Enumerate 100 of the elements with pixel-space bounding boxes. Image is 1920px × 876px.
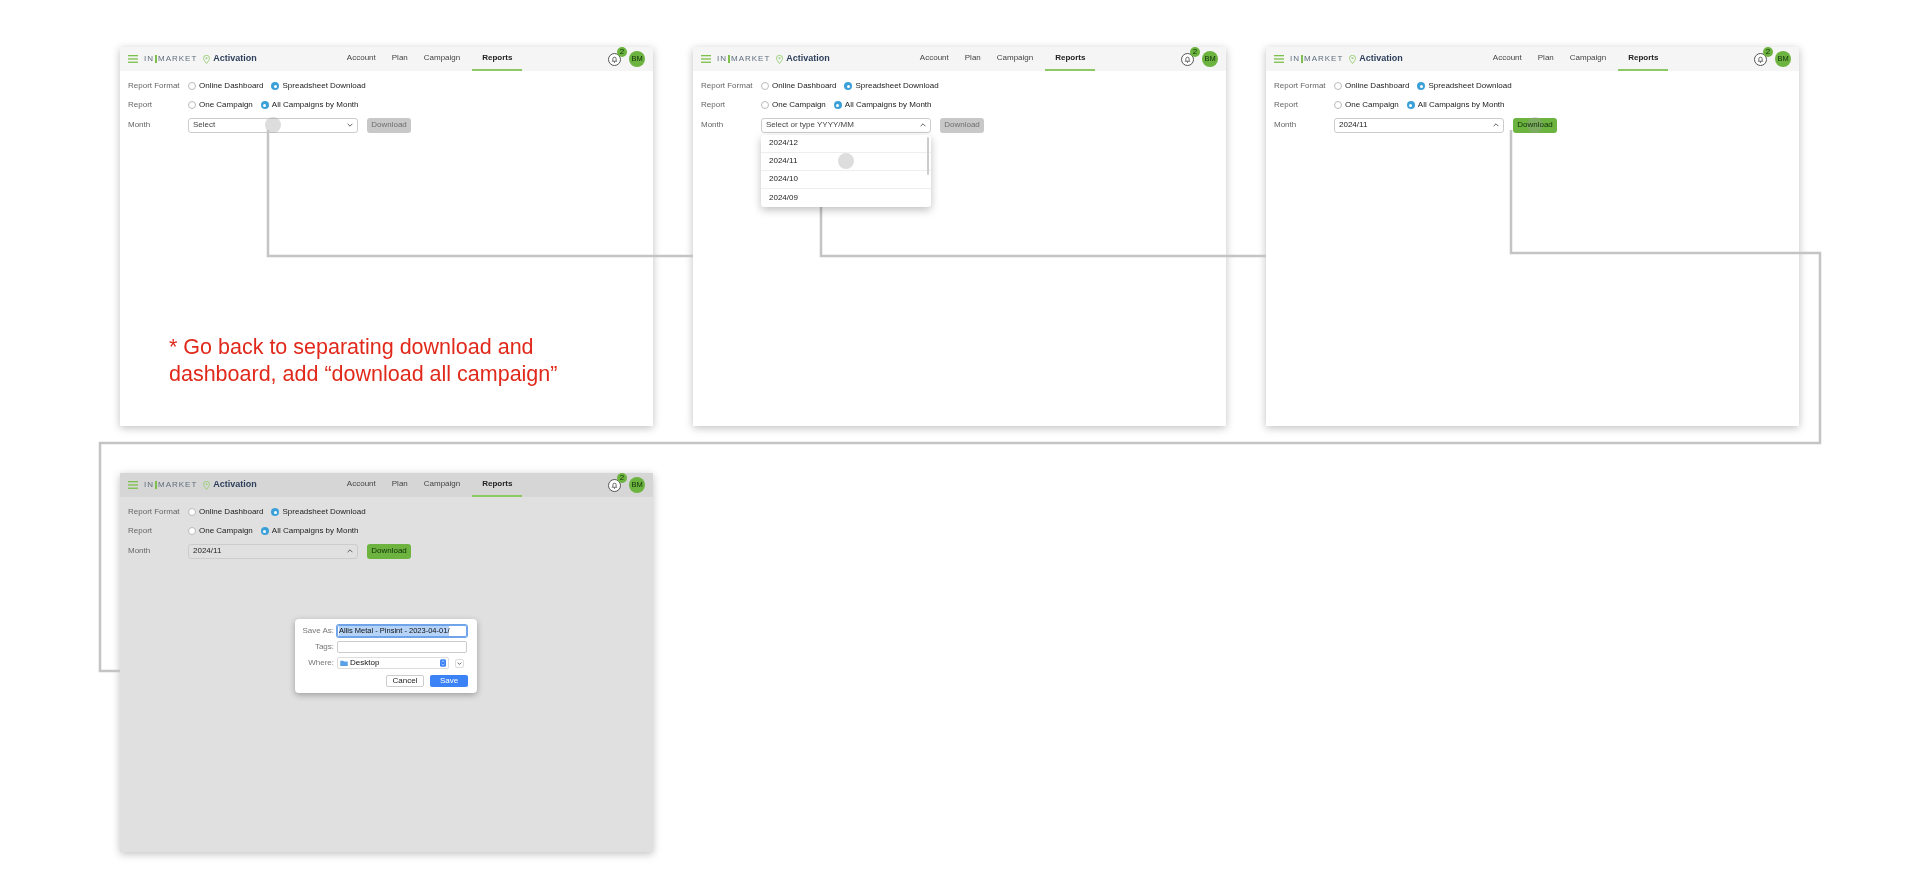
app-title: Activation [213,52,257,66]
month-select[interactable]: Select or type YYYY/MM [761,117,931,133]
tap-indicator [265,117,281,133]
radio-label: One Campaign [199,525,253,537]
notification-button[interactable] [608,52,621,66]
month-select[interactable]: 2024/11 [188,543,358,559]
dialog-button[interactable]: Cancel [386,675,424,687]
notification-button[interactable] [1754,52,1767,66]
nav-tab[interactable]: Campaign [419,47,465,71]
location-pin-icon [1349,54,1357,64]
nav-tab[interactable]: Campaign [1565,47,1611,71]
radio-button[interactable] [844,82,853,90]
scrollbar [927,136,929,175]
radio-label: All Campaigns by Month [271,99,359,111]
field-label: Report Format [128,506,181,518]
nav-tab[interactable]: Reports [472,473,523,497]
dialog-button[interactable]: Save [430,675,468,687]
nav-tab[interactable]: Plan [387,47,412,71]
bell-icon [611,55,618,63]
nav-tab[interactable]: Campaign [419,473,465,497]
field-label: Save As: [301,625,335,637]
radio-label: Online Dashboard [1345,80,1410,92]
radio-button[interactable] [1406,101,1415,109]
logo: IN MARKET [144,479,198,491]
notification-badge: 2 [1190,46,1200,57]
radio-button[interactable] [188,82,196,90]
radio-button[interactable] [271,508,280,516]
notification-badge: 2 [1763,46,1773,57]
radio-button[interactable] [761,82,769,90]
radio-button[interactable] [260,101,269,109]
notification-badge: 2 [617,472,627,483]
field-label: Report [1274,99,1299,111]
bell-icon [611,481,618,489]
nav-tab[interactable]: Reports [1045,47,1096,71]
radio-label: All Campaigns by Month [271,525,359,537]
nav-tab[interactable]: Reports [472,47,523,71]
expand-icon[interactable] [455,658,464,668]
menu-icon[interactable] [1274,55,1284,63]
dropdown-option[interactable]: 2024/09 [761,188,931,207]
nav-tab[interactable]: Plan [1533,47,1558,71]
tap-indicator [838,153,854,169]
notification-button[interactable] [1181,52,1194,66]
radio-label: One Campaign [199,99,253,111]
bell-icon [1184,55,1191,63]
month-select[interactable]: Select [188,117,358,133]
radio-label: One Campaign [772,99,826,111]
logo: IN MARKET [144,53,198,65]
radio-button[interactable] [260,527,269,535]
annotation-note: * Go back to separating download and dashboard, add “download all campaign” [169,334,559,388]
field-label: Report Format [1274,80,1327,92]
radio-label: Spreadsheet Download [855,80,939,92]
month-select[interactable]: 2024/11 [1334,117,1504,133]
menu-icon[interactable] [701,55,711,63]
notification-button[interactable] [608,478,621,492]
field-label: Report Format [128,80,181,92]
download-button[interactable]: Download [1513,117,1557,133]
radio-label: All Campaigns by Month [1417,99,1505,111]
app-title: Activation [213,478,257,492]
nav-tab[interactable]: Plan [960,47,985,71]
menu-icon[interactable] [128,55,138,63]
location-pin-icon [203,480,211,490]
field-label: Report [128,99,153,111]
field-label: Report Format [701,80,754,92]
input-field[interactable] [337,641,467,653]
location-pin-icon [776,54,784,64]
radio-button[interactable] [761,101,769,109]
notification-badge: 2 [617,46,627,57]
radio-button[interactable] [833,101,842,109]
radio-label: One Campaign [1345,99,1399,111]
radio-button[interactable] [1417,82,1426,90]
stepper-icon [440,659,446,667]
nav-tab[interactable]: Campaign [992,47,1038,71]
radio-button[interactable] [188,101,196,109]
nav-tab[interactable]: Reports [1618,47,1669,71]
nav-tab[interactable]: Account [342,47,380,71]
nav-tab[interactable]: Plan [387,473,412,497]
radio-label: Spreadsheet Download [282,506,366,518]
app-title: Activation [1359,52,1403,66]
nav-tab[interactable]: Account [915,47,953,71]
nav-tab[interactable]: Account [1488,47,1526,71]
radio-label: Online Dashboard [199,80,264,92]
dropdown-option[interactable]: 2024/10 [761,170,931,189]
radio-label: Spreadsheet Download [1428,80,1512,92]
download-button[interactable]: Download [367,543,411,559]
radio-label: Online Dashboard [199,506,264,518]
field-label: Report [128,525,153,537]
field-label: Tags: [313,641,335,653]
menu-icon[interactable] [128,481,138,489]
radio-label: Online Dashboard [772,80,837,92]
field-label: Report [701,99,726,111]
radio-label: All Campaigns by Month [844,99,932,111]
radio-button[interactable] [1334,101,1342,109]
radio-button[interactable] [188,527,196,535]
nav-tab[interactable]: Account [342,473,380,497]
radio-button[interactable] [271,82,280,90]
folder-icon [340,660,348,666]
bell-icon [1757,55,1764,63]
location-select[interactable]: Desktop [337,657,449,669]
radio-button[interactable] [188,508,196,516]
radio-button[interactable] [1334,82,1342,90]
